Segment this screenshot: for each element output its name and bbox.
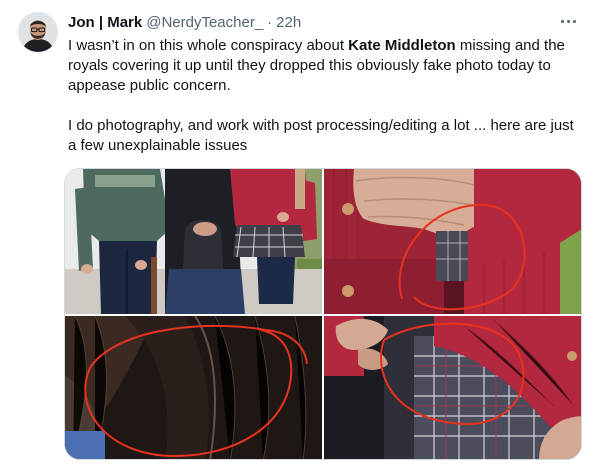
- tweet-timestamp[interactable]: 22h: [276, 14, 301, 31]
- photo-hair-closeup[interactable]: [65, 316, 322, 459]
- tweet: Jon | Mark @NerdyTeacher_ · 22h I wasn’t…: [0, 0, 598, 469]
- photo-skirt-closeup[interactable]: [324, 316, 581, 459]
- photo-family[interactable]: [65, 169, 322, 314]
- separator-dot: ·: [267, 13, 273, 31]
- tweet-header: Jon | Mark @NerdyTeacher_ · 22h: [68, 12, 301, 32]
- more-horizontal-icon[interactable]: [558, 13, 578, 29]
- text-segment: I wasn’t in on this whole conspiracy abo…: [68, 37, 349, 54]
- media-grid: [64, 168, 582, 460]
- tweet-paragraph-2: I do photography, and work with post pro…: [68, 117, 574, 154]
- author-name[interactable]: Jon | Mark: [68, 14, 142, 31]
- author-handle[interactable]: @NerdyTeacher_: [146, 14, 263, 31]
- tweet-paragraph-1: I wasn’t in on this whole conspiracy abo…: [68, 36, 583, 96]
- text-bold-segment: Kate Middleton: [348, 37, 456, 54]
- photo-hand-closeup[interactable]: [324, 169, 581, 314]
- tweet-text: I wasn’t in on this whole conspiracy abo…: [68, 36, 583, 156]
- avatar[interactable]: [18, 12, 58, 52]
